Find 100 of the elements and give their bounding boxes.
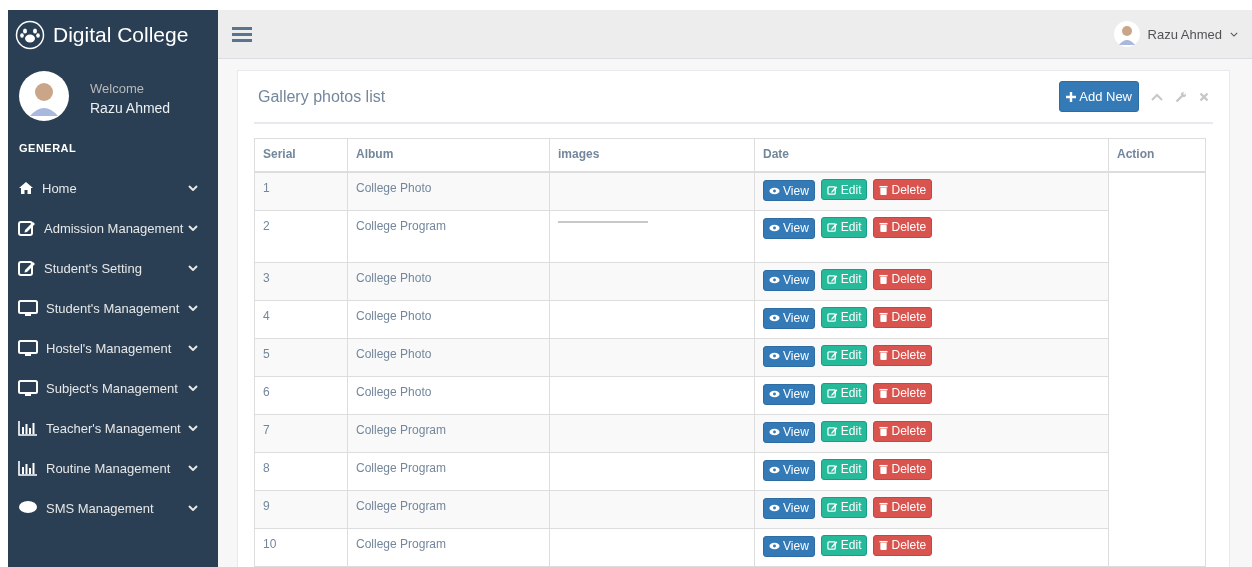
sidebar-item[interactable]: Hostel's Management [8, 328, 218, 368]
chevron-down-icon [188, 305, 198, 311]
delete-button[interactable]: Delete [873, 179, 933, 200]
avatar-icon [18, 70, 70, 122]
wrench-icon[interactable] [1175, 90, 1187, 103]
table-cell: College Photo [347, 300, 550, 338]
edit-icon [18, 220, 36, 236]
welcome-text: Welcome [90, 80, 145, 96]
eye-icon [769, 186, 780, 195]
edit-button[interactable]: Edit [820, 458, 868, 480]
view-button[interactable]: View [763, 269, 815, 291]
table-cell: College Program [347, 490, 550, 528]
add-new-button[interactable]: Add New [1059, 81, 1139, 112]
table-cell: College Photo [347, 338, 550, 376]
caret-icon [1230, 31, 1238, 37]
bar-chart-icon [18, 460, 38, 476]
delete-button[interactable]: Delete [873, 534, 933, 556]
plus-icon [1066, 91, 1077, 102]
edit-icon [826, 222, 838, 232]
table-cell: 8 [254, 452, 348, 490]
delete-button[interactable]: Delete [873, 420, 933, 442]
edit-icon [826, 388, 838, 398]
sidebar-item[interactable]: Student's Management [8, 288, 218, 328]
table-cell: 2 [254, 210, 348, 262]
close-icon[interactable] [1199, 91, 1209, 102]
table-cell: College Program [347, 528, 550, 566]
delete-button[interactable]: Delete [873, 496, 933, 518]
home-icon [18, 181, 34, 195]
sidebar-item[interactable]: Home [8, 168, 218, 208]
panel-title: Gallery photos list [258, 87, 386, 106]
view-button[interactable]: View [763, 307, 815, 329]
eye-icon [769, 314, 780, 322]
edit-button[interactable]: Edit [820, 306, 868, 328]
edit-button[interactable]: Edit [820, 344, 868, 366]
view-button[interactable]: View [763, 497, 815, 519]
chevron-down-icon [188, 385, 198, 391]
edit-icon [826, 312, 838, 322]
sidebar-item[interactable]: Teacher's Management [8, 408, 218, 448]
table-cell: College Program [347, 452, 550, 490]
trash-icon [879, 350, 889, 360]
sidebar-item[interactable]: Student's Setting [8, 248, 218, 288]
eye-icon [769, 466, 780, 474]
table-cell: College Photo [347, 262, 550, 300]
menu-button[interactable] [232, 26, 252, 42]
edit-icon [18, 260, 36, 276]
edit-icon [826, 540, 838, 550]
chevron-down-icon [188, 265, 198, 271]
paw-logo-icon [15, 20, 45, 50]
trash-icon [879, 502, 889, 512]
chevron-down-icon [188, 505, 198, 511]
edit-button[interactable]: Edit [820, 216, 868, 238]
sidebar-item[interactable]: SMS Management [8, 488, 218, 528]
eye-icon [769, 390, 780, 398]
delete-button[interactable]: Delete [873, 216, 933, 238]
edit-button[interactable]: Edit [820, 179, 868, 200]
view-button[interactable]: View [763, 421, 815, 443]
chevron-down-icon [188, 465, 198, 471]
trash-icon [879, 274, 889, 284]
edit-button[interactable]: Edit [820, 420, 868, 442]
sidebar-item[interactable]: Subject's Management [8, 368, 218, 408]
monitor-icon [18, 339, 38, 357]
view-button[interactable]: View [763, 535, 815, 557]
table-cell: College Program [347, 210, 550, 262]
edit-icon [826, 184, 838, 195]
edit-button[interactable]: Edit [820, 534, 868, 556]
section-heading: GENERAL [18, 141, 78, 154]
delete-button[interactable]: Delete [873, 306, 933, 328]
brand-name: Digital College [53, 23, 189, 47]
delete-button[interactable]: Delete [873, 268, 933, 290]
monitor-icon [18, 299, 38, 317]
user-menu[interactable]: Razu Ahmed [1113, 21, 1238, 47]
edit-button[interactable]: Edit [820, 382, 868, 404]
eye-icon [769, 352, 780, 360]
view-button[interactable]: View [763, 383, 815, 405]
table-cell: 1 [254, 172, 348, 210]
edit-button[interactable]: Edit [820, 496, 868, 518]
sidebar-item[interactable]: Routine Management [8, 448, 218, 488]
delete-button[interactable]: Delete [873, 382, 933, 404]
trash-icon [879, 540, 889, 550]
view-button[interactable]: View [763, 345, 815, 367]
edit-button[interactable]: Edit [820, 268, 868, 290]
edit-icon [826, 274, 838, 284]
table-cell: College Photo [347, 376, 550, 414]
eye-icon [769, 276, 780, 284]
delete-button[interactable]: Delete [873, 458, 933, 480]
chevron-down-icon [188, 225, 198, 231]
chevron-down-icon [188, 185, 198, 191]
sidebar-item[interactable]: Admission Management [8, 208, 218, 248]
eye-icon [769, 542, 780, 550]
trash-icon [879, 388, 889, 398]
view-button[interactable]: View [763, 180, 815, 201]
view-button[interactable]: View [763, 459, 815, 481]
avatar-icon [1113, 21, 1140, 47]
trash-icon [879, 312, 889, 322]
delete-button[interactable]: Delete [873, 344, 933, 366]
view-button[interactable]: View [763, 217, 815, 239]
bar-chart-icon [18, 420, 38, 436]
collapse-icon[interactable] [1151, 92, 1163, 101]
monitor-icon [18, 379, 38, 397]
user-name: Razu Ahmed [90, 99, 171, 116]
